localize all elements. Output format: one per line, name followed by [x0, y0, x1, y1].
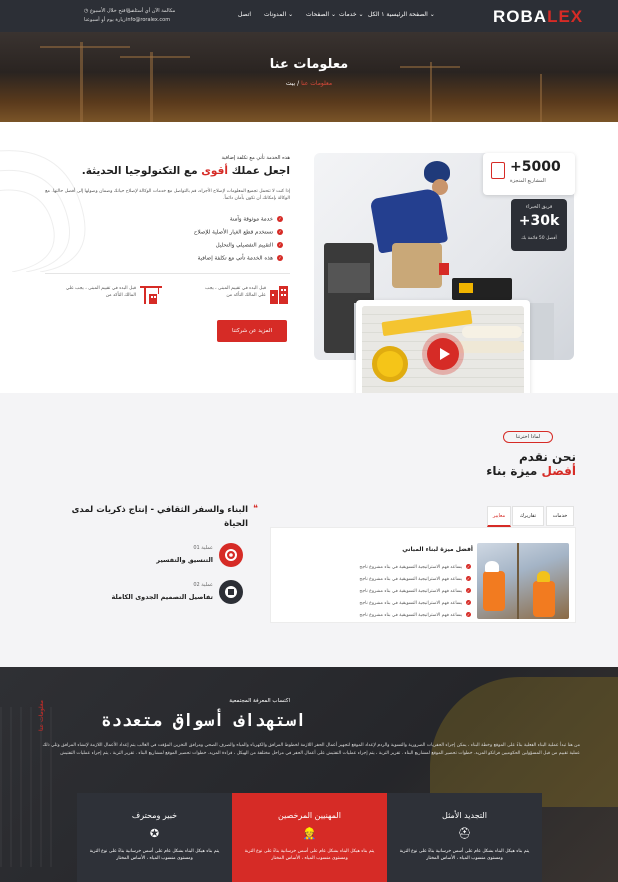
stat-label: فريق الخبراء	[525, 204, 553, 210]
page-title: معلومات عنا	[269, 57, 349, 72]
step-title: التنسيق والتفسير	[156, 556, 213, 564]
tab-standards[interactable]: معايير	[487, 506, 511, 527]
check-icon: ✓	[277, 229, 283, 235]
top-navbar: ROBALEX الصفحة الرئيسية ١ الكل ⌄ خدمات ⌄…	[0, 0, 618, 32]
crane-icon	[140, 284, 164, 304]
card-text: يتم بناء هيكل البناء بشكل عام على أسس خر…	[89, 849, 220, 861]
stat-value: 30k+	[518, 213, 560, 229]
check-item: ✓تستخدم قطع الغيار الأصلية للإصلاح	[193, 229, 283, 236]
about-title: اجعل عملك أقوى مع التكنولوجيا الحديثة.	[81, 165, 290, 177]
card-text: يتم بناء هيكل البناء بشكل عام على أسس خر…	[399, 849, 530, 861]
step-number: عملية 01	[193, 545, 213, 551]
markets-kicker: اكتساب المعرفة المجتمعية	[229, 698, 290, 704]
play-button[interactable]	[427, 338, 459, 370]
page-hero: معلومات عنا معلومات عنا / بيت	[0, 32, 618, 122]
helmet-icon: ⛑	[457, 827, 472, 840]
panel-item: ✓يساعد فهم الاستراتيجية التسويقية في بنا…	[359, 576, 471, 582]
stat-team: فريق الخبراء 30k+ أفضل 50 قائمة بك	[511, 199, 567, 251]
panel-item: ✓يساعد فهم الاستراتيجية التسويقية في بنا…	[359, 600, 471, 606]
building-icon	[268, 286, 290, 304]
check-icon: ✓	[277, 242, 283, 248]
step-number: عملية 02	[193, 582, 213, 588]
breadcrumb-current: معلومات عنا	[301, 80, 333, 87]
card-title: التجديد الأمثل	[442, 811, 487, 820]
tab-services[interactable]: خدمات	[546, 506, 574, 526]
clock-icon: ◷ من فتح خلال الأسبوع	[84, 8, 134, 14]
contact-hours: زيارة يوم أو أسبوعنا	[84, 17, 126, 23]
card-title: المهنيين المرخصين	[278, 811, 341, 820]
why-title: نحن نقدم أفضل ميزة بناء	[486, 450, 576, 478]
markets-title: استهداف أسواق متعددة	[101, 711, 306, 731]
panel-title: أفضل ميزة لبناء المباني	[402, 546, 473, 553]
gear-icon	[219, 543, 243, 567]
quote-icon: ❝	[253, 504, 258, 514]
nav-contact[interactable]: اتصل	[238, 11, 251, 18]
check-icon: ✓	[277, 216, 283, 222]
panel-item: ✓يساعد فهم الاستراتيجية التسويقية في بنا…	[359, 564, 471, 570]
nav-blogs[interactable]: المدونات ⌄	[264, 11, 293, 18]
feature-text: قبل البدء في تقييم المبنى ، يجب علي الما…	[205, 286, 266, 298]
contact-email[interactable]: info@roralex.com	[126, 17, 170, 23]
engineer-icon: 👷	[302, 827, 317, 840]
blueprint-icon	[219, 580, 243, 604]
markets-paragraph: من هنا تبدأ عملية البناء الفعلية بناءً ع…	[42, 743, 580, 756]
card-title: خبير ومحترف	[131, 811, 178, 820]
stat-value: 5000+	[510, 159, 561, 175]
card-licensed[interactable]: المهنيين المرخصين 👷 يتم بناء هيكل البناء…	[232, 793, 387, 882]
card-renovation[interactable]: التجديد الأمثل ⛑ يتم بناء هيكل البناء بش…	[387, 793, 542, 882]
card-text: يتم بناء هيكل البناء بشكل عام على أسس خر…	[244, 849, 375, 861]
divider	[45, 273, 290, 274]
check-item: ✓هذه الخدمة تأتي مع تكلفة إضافية	[197, 255, 283, 262]
tab-reports[interactable]: تقاريرك	[512, 506, 544, 526]
site-logo[interactable]: ROBALEX	[493, 7, 583, 27]
nav-services[interactable]: خدمات ⌄	[339, 11, 364, 18]
card-expert[interactable]: خبير ومحترف ✪ يتم بناء هيكل البناء بشكل …	[77, 793, 232, 882]
side-title: البناء والسفر الثقافي - إنتاج ذكريات لمد…	[71, 505, 248, 529]
award-icon: ✪	[149, 827, 160, 840]
about-kicker: هذه الخدمة تأتي مع تكلفة إضافية	[221, 155, 290, 161]
check-item: ✓التقييم التفصيلي والتحليل	[215, 242, 283, 249]
stat-label: أفضل 50 قائمة بك	[521, 236, 557, 241]
stat-projects: 5000+ المشاريع المنجزة	[483, 153, 575, 195]
check-item: ✓خدمة موثوقة وآمنة	[229, 216, 283, 223]
about-paragraph: إذا كنت لا تتحمل تجميع المعلومات لإصلاح …	[45, 189, 290, 201]
nav-pages[interactable]: الصفحات ⌄	[306, 11, 336, 18]
construction-workers-image	[477, 543, 569, 619]
breadcrumb: معلومات عنا / بيت	[285, 80, 333, 87]
clipboard-icon	[491, 162, 505, 179]
step-title: تفاصيل التصميم الجدوى الكاملة	[111, 593, 213, 601]
panel-item: ✓يساعد فهم الاستراتيجية التسويقية في بنا…	[359, 612, 471, 618]
stat-label: المشاريع المنجزة	[510, 178, 546, 184]
panel-item: ✓يساعد فهم الاستراتيجية التسويقية في بنا…	[359, 588, 471, 594]
check-icon: ✓	[277, 255, 283, 261]
feature-text: قبل البدء في تقييم المبنى ، يجب علي الما…	[65, 286, 136, 298]
nav-home[interactable]: الصفحة الرئيسية ١ الكل ⌄	[368, 11, 435, 18]
why-kicker: لماذا اخترتنا	[503, 431, 553, 443]
more-about-button[interactable]: المزيد عن شركتنا	[217, 320, 287, 342]
tab-panel: أفضل ميزة لبناء المباني ✓يساعد فهم الاست…	[270, 527, 576, 623]
breadcrumb-home[interactable]: بيت	[286, 80, 295, 87]
